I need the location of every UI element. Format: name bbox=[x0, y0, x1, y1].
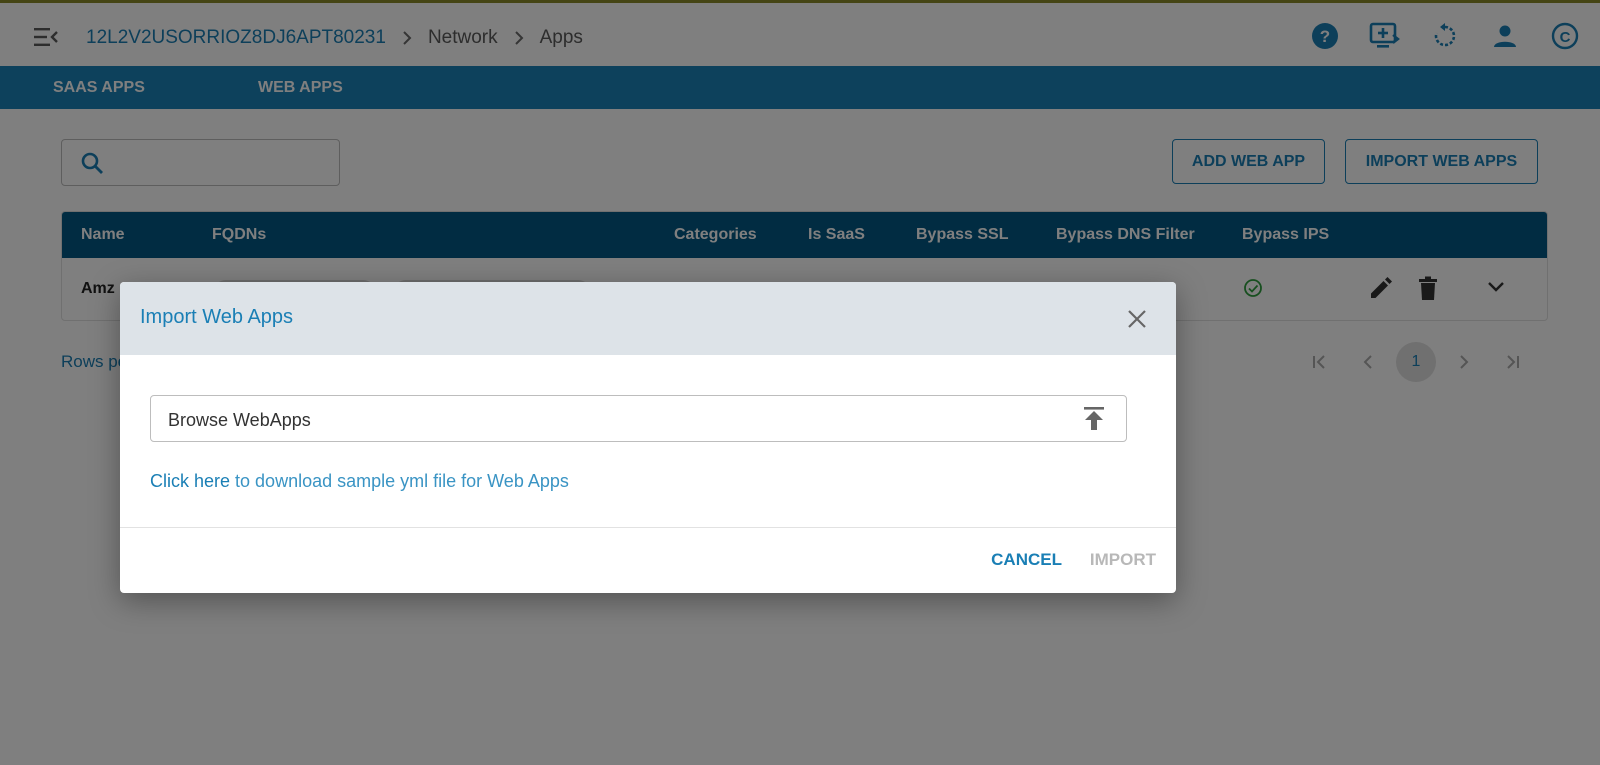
dialog-divider bbox=[120, 527, 1176, 528]
cancel-button[interactable]: CANCEL bbox=[991, 550, 1062, 570]
dialog-title: Import Web Apps bbox=[140, 306, 294, 328]
browse-file-label: Browse WebApps bbox=[168, 410, 311, 430]
download-sample-description: to download sample yml file for Web Apps bbox=[230, 471, 569, 491]
download-sample-link[interactable]: Click here bbox=[150, 471, 230, 491]
import-button[interactable]: IMPORT bbox=[1090, 550, 1156, 570]
browse-file-input[interactable]: Browse WebApps bbox=[150, 395, 1127, 442]
dialog-header: Import Web Apps bbox=[120, 282, 1176, 355]
download-sample-text: Click here to download sample yml file f… bbox=[150, 471, 569, 492]
close-icon[interactable] bbox=[1122, 304, 1152, 334]
upload-icon[interactable] bbox=[1082, 405, 1106, 438]
import-web-apps-dialog: Import Web Apps Browse WebApps Click her… bbox=[120, 282, 1176, 593]
